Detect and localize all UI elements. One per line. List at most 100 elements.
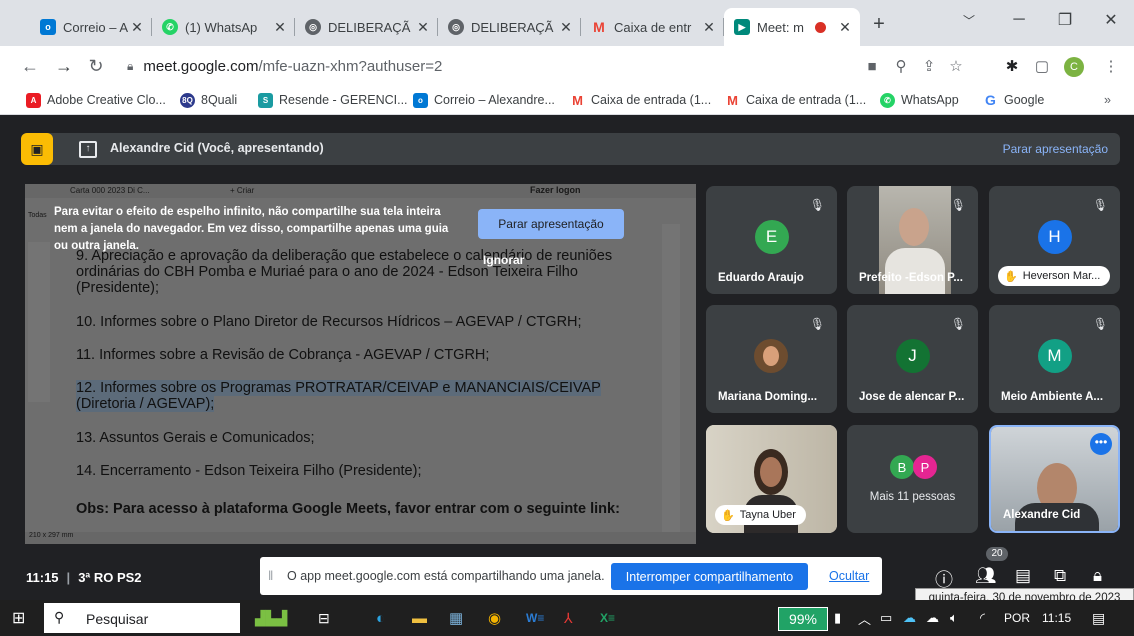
others-tile[interactable]: B P Mais 11 pessoas xyxy=(847,425,978,533)
bookmarks-overflow-button[interactable]: » xyxy=(1104,90,1111,110)
bookmark-label: WhatsApp xyxy=(901,93,959,107)
participant-tile[interactable]: 🎙︎ J Jose de alencar P... xyxy=(847,305,978,413)
acrobat-icon[interactable]: ⅄ xyxy=(564,608,573,628)
bookmark-gmail-2[interactable]: M Caixa de entrada (1... xyxy=(725,90,866,110)
self-tile[interactable]: ••• Alexandre Cid xyxy=(989,425,1120,533)
presenter-label: Alexandre Cid (Você, apresentando) xyxy=(110,141,324,155)
tab-gmail[interactable]: M Caixa de entr ✕ xyxy=(581,8,724,46)
reload-icon[interactable]: ↻ xyxy=(82,52,110,80)
avatar-photo xyxy=(754,339,788,373)
extensions-icon[interactable]: ✱ xyxy=(1000,54,1024,78)
muted-mic-icon: 🎙︎ xyxy=(809,198,825,212)
more-options-icon[interactable]: ••• xyxy=(1090,433,1112,455)
present-screen-icon: ↑ xyxy=(79,141,97,158)
side-panel-icon[interactable]: ▢ xyxy=(1030,54,1054,78)
network-icon[interactable]: ▭ xyxy=(880,608,892,628)
back-icon[interactable]: ← xyxy=(16,52,44,80)
participant-tile[interactable]: 🎙︎ E Eduardo Araujo xyxy=(706,186,837,294)
participant-tile[interactable]: ✋ Tayna Uber xyxy=(706,425,837,533)
new-tab-button[interactable]: + xyxy=(866,12,892,38)
tab-whatsapp[interactable]: ✆ (1) WhatsAp ✕ xyxy=(152,8,295,46)
participant-name-pill: ✋ Tayna Uber xyxy=(715,505,806,525)
participant-tile[interactable]: 🎙︎ Prefeito -Edson P... xyxy=(847,186,978,294)
bookmark-whatsapp[interactable]: ✆ WhatsApp xyxy=(880,90,959,110)
chat-icon[interactable]: ▤ xyxy=(1015,566,1031,586)
stop-presenting-link[interactable]: Parar apresentação xyxy=(1003,142,1108,156)
bookmark-google[interactable]: G Google xyxy=(983,90,1044,110)
host-controls-icon[interactable]: 🔒︎ xyxy=(1093,566,1102,586)
edge-icon[interactable]: ◐ xyxy=(376,608,385,628)
bookmark-8quali[interactable]: 8Q 8Quali xyxy=(180,90,237,110)
bookmark-star-icon[interactable]: ☆ xyxy=(944,54,968,78)
avatar: J xyxy=(895,339,930,373)
tab-strip: o Correio – Ale ✕ ✆ (1) WhatsAp ✕ ◎ DELI… xyxy=(0,0,1134,46)
excel-icon[interactable]: X≡ xyxy=(600,608,615,628)
avatar: H xyxy=(1037,220,1072,254)
maximize-button[interactable]: ❐ xyxy=(1042,0,1088,40)
participant-tile[interactable]: 🎙︎ Mariana Doming... xyxy=(706,305,837,413)
participant-tile[interactable]: 🎙︎ H ✋ Heverson Mar... xyxy=(989,186,1120,294)
menu-icon[interactable]: ⋮ xyxy=(1099,54,1123,78)
bookmark-gmail-1[interactable]: M Caixa de entrada (1... xyxy=(570,90,711,110)
participant-name: Meio Ambiente A... xyxy=(1001,391,1104,403)
tab-outlook[interactable]: o Correio – Ale ✕ xyxy=(30,8,152,46)
language-indicator[interactable]: POR xyxy=(1004,608,1030,628)
whatsapp-icon: ✆ xyxy=(880,92,895,108)
taskbar-search-box[interactable]: ⚲ Pesquisar xyxy=(44,603,240,633)
sharepoint-icon: S xyxy=(258,92,273,108)
muted-mic-icon: 🎙︎ xyxy=(950,317,966,331)
notifications-icon[interactable]: ▤ xyxy=(1092,608,1105,628)
warning-ignore-button[interactable]: Ignorar xyxy=(483,253,524,267)
minimize-button[interactable]: ─ xyxy=(996,0,1042,40)
people-icon[interactable]: 👥︎ xyxy=(975,566,997,586)
close-icon[interactable]: ✕ xyxy=(557,19,575,36)
bookmark-resende[interactable]: S Resende - GERENCI... xyxy=(258,90,408,110)
forward-icon[interactable]: → xyxy=(50,52,78,80)
close-icon[interactable]: ✕ xyxy=(271,19,289,36)
face-shape xyxy=(899,208,929,246)
taskbar-clock[interactable]: 11:15 xyxy=(1042,608,1071,628)
bookmark-adobe[interactable]: A Adobe Creative Clo... xyxy=(26,90,166,110)
widgets-icon[interactable]: ▟▙▟ xyxy=(255,608,287,628)
close-window-button[interactable]: ✕ xyxy=(1088,0,1134,40)
volume-icon[interactable]: 🔈︎ xyxy=(950,608,958,628)
wifi-icon[interactable]: ◜ xyxy=(980,608,985,628)
zoom-icon[interactable]: ⚲ xyxy=(889,54,913,78)
close-icon[interactable]: ✕ xyxy=(700,19,718,36)
participant-name: Eduardo Araujo xyxy=(718,272,804,284)
muted-mic-icon: 🎙︎ xyxy=(1092,198,1108,212)
battery-icon[interactable]: ▮ xyxy=(834,608,841,628)
separator: | xyxy=(66,570,71,585)
cloud-icon[interactable]: ☁ xyxy=(926,608,939,628)
onedrive-icon[interactable]: ☁ xyxy=(903,608,916,628)
close-icon[interactable]: ✕ xyxy=(128,19,146,36)
windows-start-icon[interactable]: ⊞ xyxy=(12,608,25,628)
tray-chevron-icon[interactable]: ︿ xyxy=(858,608,871,628)
address-bar[interactable]: 🔒︎ meet.google.com/mfe-uazn-xhm?authuser… xyxy=(117,50,872,82)
profile-avatar[interactable]: C xyxy=(1064,57,1084,77)
chrome-icon[interactable]: ◉ xyxy=(488,608,501,628)
hide-link[interactable]: Ocultar xyxy=(829,569,869,583)
tab-meet[interactable]: ▶ Meet: m ✕ xyxy=(724,8,860,46)
drag-handle-icon[interactable]: ‖ xyxy=(268,568,273,583)
share-icon[interactable]: ⇪ xyxy=(917,54,941,78)
participant-tile[interactable]: 🎙︎ M Meio Ambiente A... xyxy=(989,305,1120,413)
close-icon[interactable]: ✕ xyxy=(414,19,432,36)
activities-icon[interactable]: ⧉ xyxy=(1054,566,1066,586)
close-icon[interactable]: ✕ xyxy=(836,19,854,36)
face-shape xyxy=(760,457,782,487)
word-icon[interactable]: W≡ xyxy=(526,608,544,628)
avatar: P xyxy=(913,455,937,479)
warning-stop-presenting-button[interactable]: Parar apresentação xyxy=(478,209,624,239)
tab-search-icon[interactable]: ﹀ xyxy=(946,0,992,40)
calculator-icon[interactable]: ▦ xyxy=(449,608,463,628)
avatar: M xyxy=(1037,339,1072,373)
camera-icon[interactable]: ■ xyxy=(860,54,884,78)
file-explorer-icon[interactable]: ▬ xyxy=(412,608,427,628)
stop-sharing-button[interactable]: Interromper compartilhamento xyxy=(611,563,808,590)
meet-stage: ▣ ↑ Alexandre Cid (Você, apresentando) P… xyxy=(0,115,1134,608)
tab-deliberacao-2[interactable]: ◎ DELIBERAÇÃ ✕ xyxy=(438,8,581,46)
bookmark-correio[interactable]: o Correio – Alexandre... xyxy=(413,90,555,110)
tab-deliberacao-1[interactable]: ◎ DELIBERAÇÃ ✕ xyxy=(295,8,438,46)
task-view-icon[interactable]: ⊟ xyxy=(318,608,330,628)
